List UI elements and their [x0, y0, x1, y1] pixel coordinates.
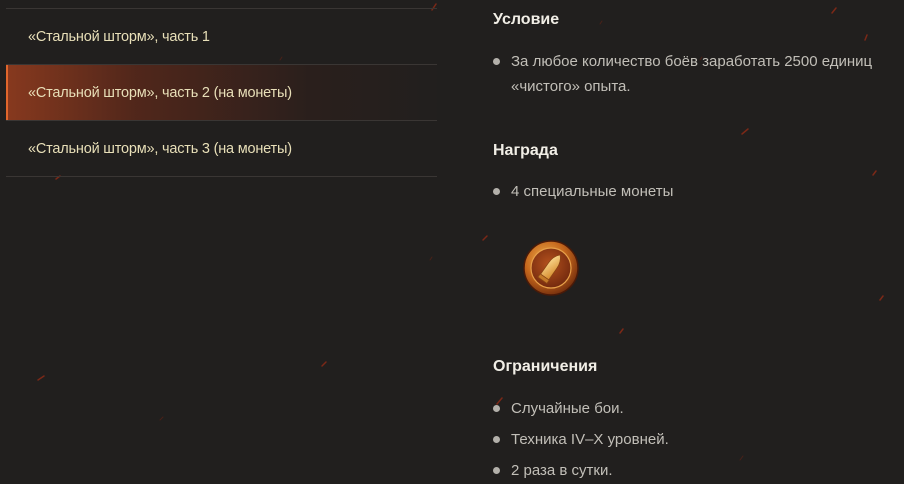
condition-text: За любое количество боёв заработать 2500… [511, 53, 873, 95]
reward-text: 4 специальные монеты [511, 183, 674, 200]
bullet-icon [493, 58, 500, 65]
restriction-text: Техника IV–X уровней. [511, 431, 669, 448]
reward-item: 4 специальные монеты [493, 179, 673, 204]
mission-item-label: «Стальной шторм», часть 3 (на монеты) [28, 140, 292, 157]
condition-heading: Условие [493, 11, 560, 28]
mission-item-part-3[interactable]: «Стальной шторм», часть 3 (на монеты) [6, 121, 437, 177]
bullet-icon [493, 188, 500, 195]
mission-item-label: «Стальной шторм», часть 1 [28, 28, 210, 45]
mission-item-label: «Стальной шторм», часть 2 (на монеты) [28, 84, 292, 101]
reward-heading: Награда [493, 142, 558, 159]
mission-item-part-1[interactable]: «Стальной шторм», часть 1 [6, 9, 437, 65]
restriction-item: Техника IV–X уровней. [493, 427, 669, 452]
restrictions-heading: Ограничения [493, 358, 598, 375]
restriction-item: Случайные бои. [493, 396, 624, 421]
bullet-icon [493, 467, 500, 474]
bullet-coin-icon [523, 240, 579, 296]
restriction-item: 2 раза в сутки. [493, 458, 613, 483]
mission-item-part-2[interactable]: «Стальной шторм», часть 2 (на монеты) [6, 65, 437, 121]
restriction-text: Случайные бои. [511, 400, 624, 417]
bullet-icon [493, 436, 500, 443]
bullet-icon [493, 405, 500, 412]
mission-list: «Стальной шторм», часть 1 «Стальной штор… [6, 8, 437, 177]
condition-item: За любое количество боёв заработать 2500… [493, 49, 901, 99]
restriction-text: 2 раза в сутки. [511, 462, 613, 479]
